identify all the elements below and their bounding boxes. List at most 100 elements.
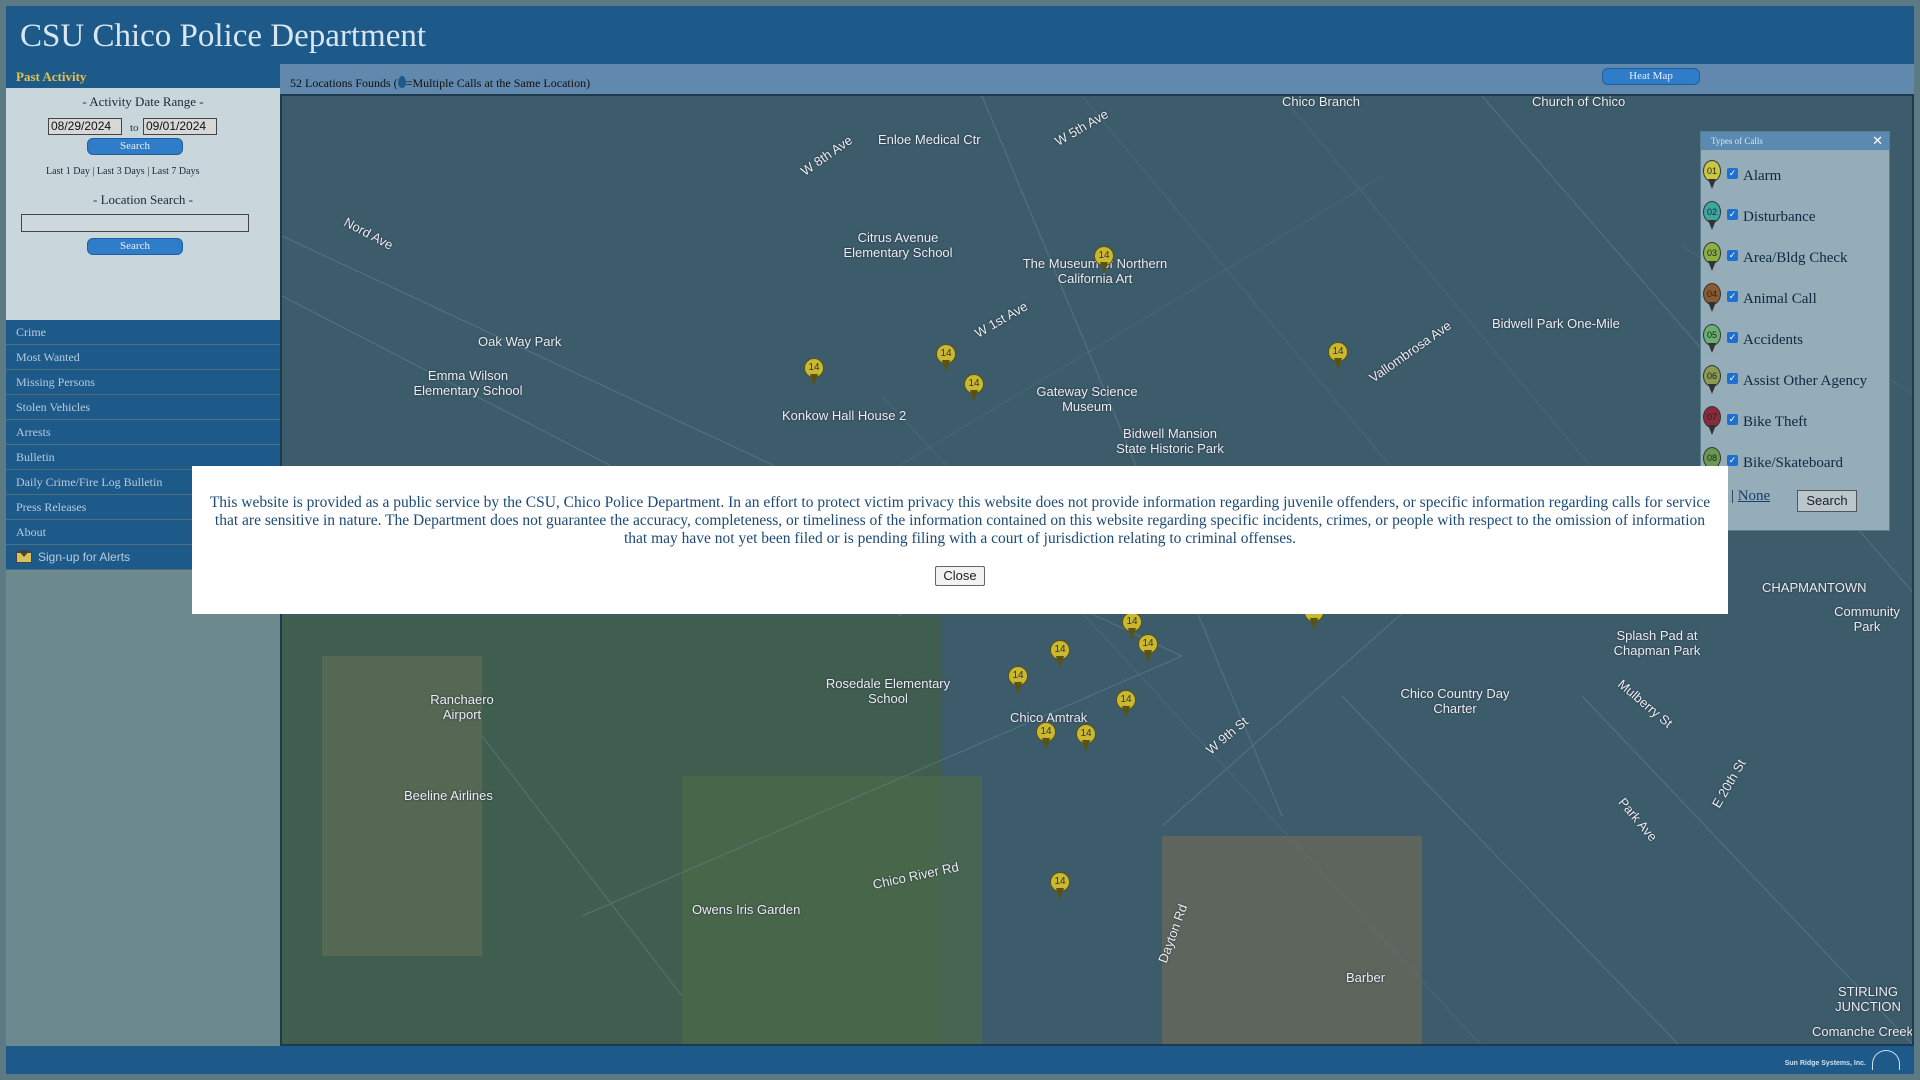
call-type-item[interactable]: 08 ✓ Bike/Skateboard bbox=[1703, 445, 1885, 467]
map-label: STIRLING JUNCTION bbox=[1835, 984, 1901, 1014]
call-type-pin-icon: 04 bbox=[1703, 283, 1721, 312]
call-type-pin-icon: 01 bbox=[1703, 160, 1721, 189]
call-type-item[interactable]: 02 ✓ Disturbance bbox=[1703, 199, 1885, 235]
envelope-icon bbox=[16, 549, 32, 563]
call-type-item[interactable]: 04 ✓ Animal Call bbox=[1703, 281, 1885, 317]
call-type-checkbox[interactable]: ✓ bbox=[1727, 291, 1738, 302]
call-type-checkbox[interactable]: ✓ bbox=[1727, 414, 1738, 425]
map-marker[interactable]: 14 bbox=[804, 358, 824, 386]
map-label: Bidwell Mansion State Historic Park bbox=[1116, 426, 1224, 456]
map-label: Rosedale Elementary School bbox=[825, 676, 951, 706]
call-type-checkbox[interactable]: ✓ bbox=[1727, 455, 1738, 466]
call-type-label: Accidents bbox=[1743, 332, 1803, 348]
date-search-button[interactable]: Search bbox=[87, 138, 183, 155]
quick-separator: | bbox=[147, 166, 150, 177]
heat-map-button[interactable]: Heat Map bbox=[1602, 68, 1700, 85]
types-panel-header: Types of Calls ✕ bbox=[1701, 132, 1889, 150]
call-type-checkbox[interactable]: ✓ bbox=[1727, 168, 1738, 179]
call-type-label: Area/Bldg Check bbox=[1743, 250, 1848, 266]
count-suffix: =Multiple Calls at the Same Location) bbox=[405, 76, 591, 90]
date-from-input[interactable]: 08/29/2024 bbox=[48, 118, 122, 135]
map-marker[interactable]: 14 bbox=[1094, 246, 1114, 274]
map-marker[interactable]: 14 bbox=[1328, 342, 1348, 370]
map-marker[interactable]: 14 bbox=[936, 344, 956, 372]
call-type-label: Bike Theft bbox=[1743, 414, 1808, 430]
map-label: Konkow Hall House 2 bbox=[782, 408, 907, 423]
map-label: Barber bbox=[1346, 970, 1386, 985]
call-type-pin-icon: 02 bbox=[1703, 201, 1721, 230]
map-marker[interactable]: 14 bbox=[1116, 690, 1136, 718]
call-type-checkbox[interactable]: ✓ bbox=[1727, 250, 1738, 261]
map-marker[interactable]: 14 bbox=[1076, 724, 1096, 752]
last-7-days-link[interactable]: Last 7 Days bbox=[152, 166, 200, 177]
location-heading: - Location Search - bbox=[93, 192, 193, 207]
map-marker[interactable]: 14 bbox=[1036, 722, 1056, 750]
sidebar-item-missing-persons[interactable]: Missing Persons bbox=[6, 370, 280, 395]
disclaimer-text: This website is provided as a public ser… bbox=[209, 494, 1711, 547]
map-label: Citrus Avenue Elementary School bbox=[843, 230, 953, 260]
map-label: Emma Wilson Elementary School bbox=[413, 368, 523, 398]
select-links: l | None bbox=[1723, 488, 1770, 505]
last-3-days-link[interactable]: Last 3 Days bbox=[97, 166, 145, 177]
call-type-item[interactable]: 01 ✓ Alarm bbox=[1703, 158, 1885, 194]
location-search-input[interactable] bbox=[21, 214, 249, 232]
map-toolbar: 52 Locations Founds ( =Multiple Calls at … bbox=[280, 64, 1914, 94]
call-type-item[interactable]: 06 ✓ Assist Other Agency bbox=[1703, 363, 1885, 399]
sun-logo-icon bbox=[1872, 1050, 1900, 1070]
count-text: 52 Locations Founds ( bbox=[290, 76, 398, 90]
map-marker[interactable]: 14 bbox=[964, 374, 984, 402]
close-icon[interactable]: ✕ bbox=[1872, 132, 1883, 150]
map-pin-icon bbox=[397, 76, 406, 88]
map-label: Splash Pad at Chapman Park bbox=[1613, 628, 1701, 658]
types-search-button[interactable]: Search bbox=[1797, 490, 1857, 512]
alerts-label: Sign-up for Alerts bbox=[38, 550, 131, 564]
sidebar-item-stolen-vehicles[interactable]: Stolen Vehicles bbox=[6, 395, 280, 420]
map-marker[interactable]: 14 bbox=[1008, 666, 1028, 694]
date-to-input[interactable]: 09/01/2024 bbox=[143, 118, 217, 135]
map-label: Oak Way Park bbox=[478, 334, 562, 349]
section-header: Past Activity bbox=[6, 64, 280, 88]
map-marker[interactable]: 14 bbox=[1050, 872, 1070, 900]
vendor-brand: Sun Ridge Systems, Inc. bbox=[1784, 1060, 1866, 1067]
page-header: CSU Chico Police Department bbox=[6, 6, 1914, 64]
call-type-checkbox[interactable]: ✓ bbox=[1727, 373, 1738, 384]
page-footer: Sun Ridge Systems, Inc. bbox=[6, 1046, 1914, 1074]
disclaimer-modal: This website is provided as a public ser… bbox=[192, 466, 1728, 614]
last-1-day-link[interactable]: Last 1 Day bbox=[46, 166, 90, 177]
call-type-checkbox[interactable]: ✓ bbox=[1727, 332, 1738, 343]
map-label: Church of Chico bbox=[1532, 94, 1626, 109]
call-type-item[interactable]: 03 ✓ Area/Bldg Check bbox=[1703, 240, 1885, 276]
to-label: to bbox=[130, 122, 139, 134]
call-type-item[interactable]: 05 ✓ Accidents bbox=[1703, 322, 1885, 358]
map-label: CHAPMANTOWN bbox=[1762, 580, 1867, 595]
map-label: Ranchaero Airport bbox=[430, 692, 494, 722]
map-label: Owens Iris Garden bbox=[692, 902, 801, 917]
call-type-pin-icon: 07 bbox=[1703, 406, 1721, 435]
sidebar-item-most-wanted[interactable]: Most Wanted bbox=[6, 345, 280, 370]
sidebar-item-arrests[interactable]: Arrests bbox=[6, 420, 280, 445]
map-label: Chico Country Day Charter bbox=[1400, 686, 1510, 716]
none-link[interactable]: None bbox=[1738, 488, 1771, 504]
call-type-pin-icon: 03 bbox=[1703, 242, 1721, 271]
types-panel-title: Types of Calls bbox=[1711, 136, 1763, 146]
date-range-heading: - Activity Date Range - bbox=[82, 94, 204, 109]
call-type-checkbox[interactable]: ✓ bbox=[1727, 209, 1738, 220]
call-type-pin-icon: 06 bbox=[1703, 365, 1721, 394]
map-label: Enloe Medical Ctr bbox=[878, 132, 981, 147]
call-type-label: Animal Call bbox=[1743, 291, 1817, 307]
map-marker[interactable]: 14 bbox=[1138, 634, 1158, 662]
call-type-pin-icon: 05 bbox=[1703, 324, 1721, 353]
sidebar-item-crime[interactable]: Crime bbox=[6, 320, 280, 345]
location-search-button[interactable]: Search bbox=[87, 238, 183, 255]
quick-links: Last 1 Day | Last 3 Days | Last 7 Days bbox=[46, 166, 199, 177]
call-type-label: Alarm bbox=[1743, 168, 1782, 184]
close-button[interactable]: Close bbox=[935, 566, 985, 586]
call-type-label: Disturbance bbox=[1743, 209, 1816, 225]
map-label: Bidwell Park One-Mile bbox=[1492, 316, 1620, 331]
link-separator: | bbox=[1730, 488, 1734, 504]
map-marker[interactable]: 14 bbox=[1050, 640, 1070, 668]
quick-separator: | bbox=[92, 166, 95, 177]
locations-count: 52 Locations Founds ( =Multiple Calls at … bbox=[290, 76, 590, 91]
call-type-item[interactable]: 07 ✓ Bike Theft bbox=[1703, 404, 1885, 440]
map-label: Beeline Airlines bbox=[404, 788, 493, 803]
